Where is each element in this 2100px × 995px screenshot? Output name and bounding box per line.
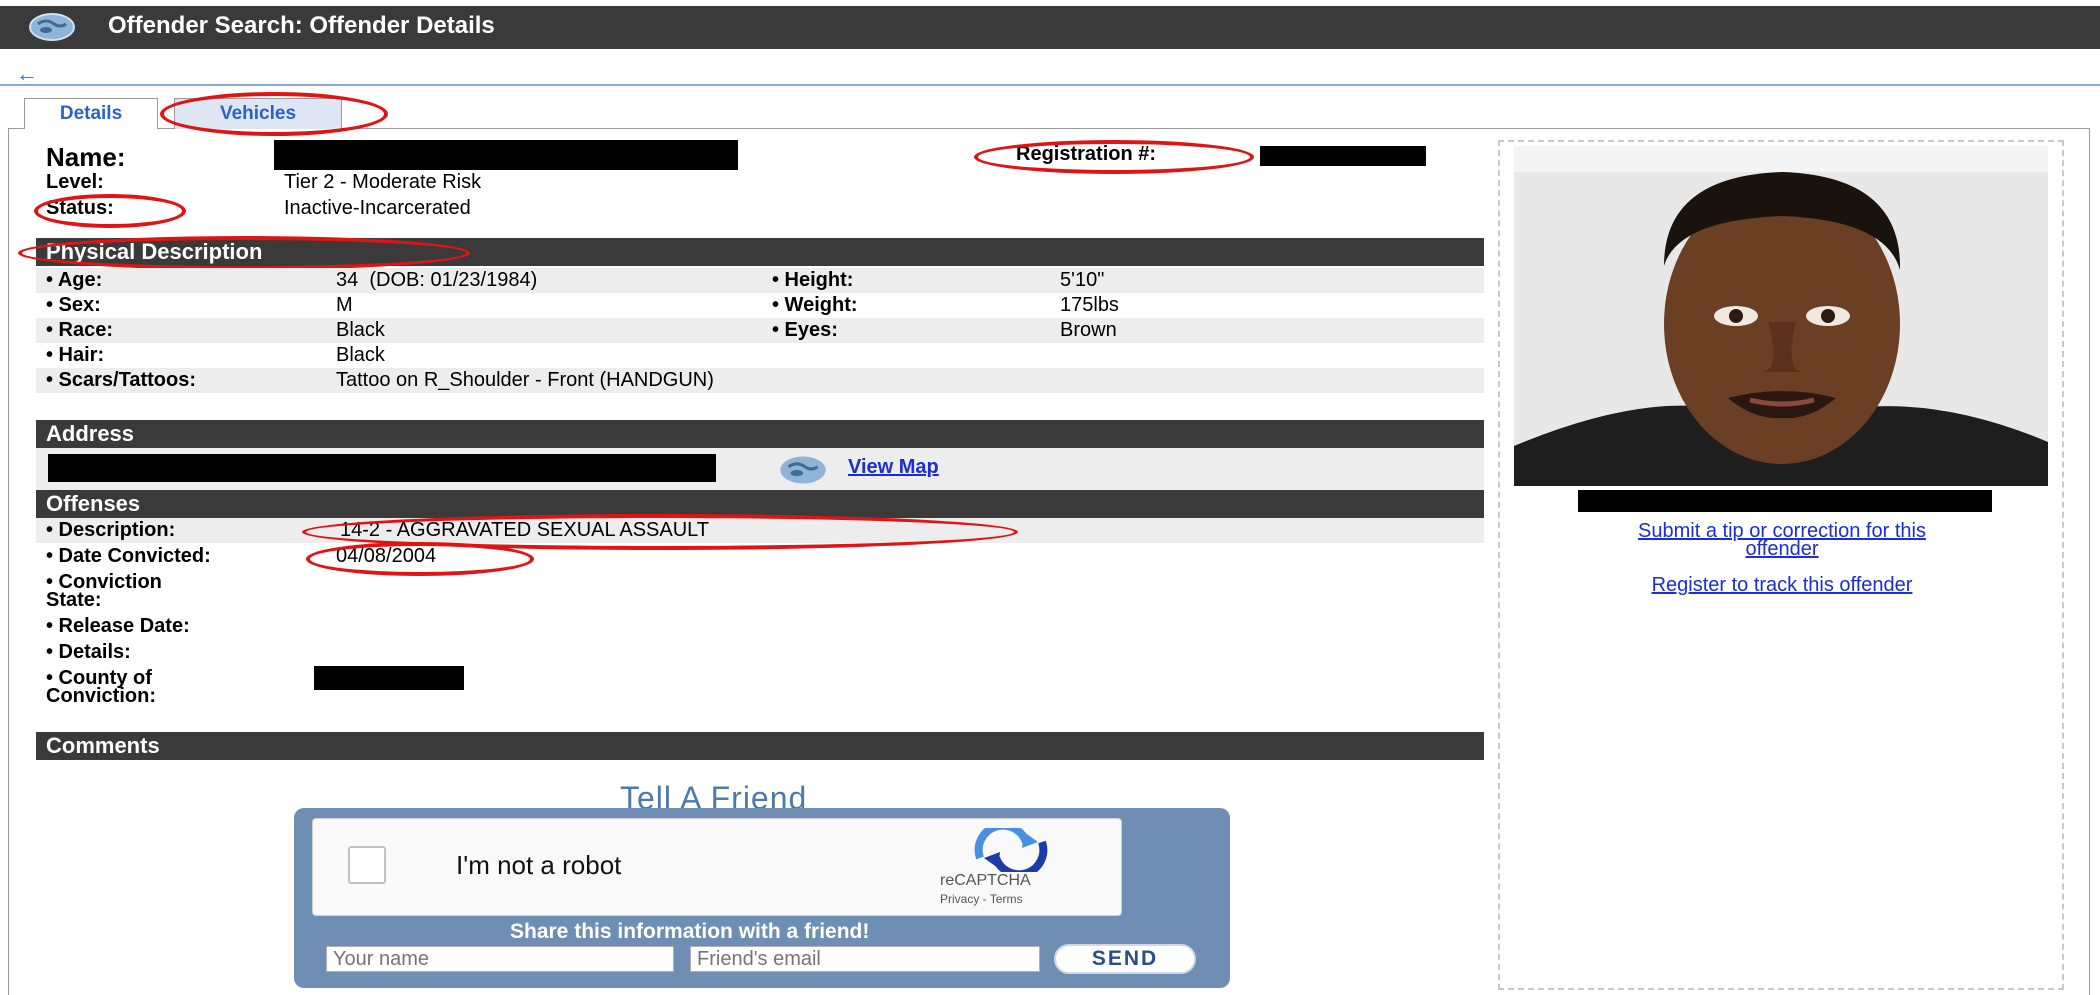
photo-caption-redaction [1578,490,1992,512]
hair-label: • Hair: [46,344,105,366]
hair-value: Black [336,344,385,366]
name-label: Name: [46,142,126,172]
annotation-circle-date [306,542,534,576]
offender-photo [1514,146,2048,486]
conviction-state-label-2: State: [46,589,102,611]
age-value: 34 (DOB: 01/23/1984) [336,269,538,291]
level-value: Tier 2 - Moderate Risk [284,171,482,193]
globe-icon [780,456,826,484]
recaptcha-name: reCAPTCHA [940,872,1031,889]
scars-label: • Scars/Tattoos: [46,369,196,391]
county-label-2: Conviction: [46,685,156,707]
eyes-value: Brown [1060,319,1117,341]
scars-value: Tattoo on R_Shoulder - Front (HANDGUN) [336,369,714,391]
tab-details[interactable]: Details [24,98,158,129]
address-header: Address [36,420,1484,448]
register-track-link[interactable]: Register to track this offender [1548,574,2016,597]
view-map-link[interactable]: View Map [848,456,939,479]
race-label: • Race: [46,319,114,341]
annotation-circle-registration [974,140,1254,174]
status-value: Inactive-Incarcerated [284,197,471,219]
your-name-input[interactable] [326,946,674,972]
level-label: Level: [46,171,104,193]
date-convicted-label: • Date Convicted: [46,545,211,567]
county-redaction [314,666,464,690]
mugshot-image [1514,146,2048,486]
registration-redaction [1260,146,1426,166]
share-prompt: Share this information with a friend! [510,920,870,943]
annotation-circle-physical [18,236,470,270]
back-arrow-icon[interactable]: ← [16,63,38,85]
annotation-circle-vehicles [160,92,388,136]
nav-divider [0,84,2100,86]
globe-icon [29,13,75,41]
friend-email-input[interactable] [690,946,1040,972]
offense-description-label: • Description: [46,519,176,541]
race-value: Black [336,319,385,341]
sex-value: M [336,294,353,316]
recaptcha-terms-link[interactable]: Privacy - Terms [940,892,1022,906]
eyes-label: • Eyes: [772,319,838,341]
annotation-circle-status [34,194,186,228]
age-label: • Age: [46,269,103,291]
recaptcha-icon [974,828,1048,872]
release-date-label: • Release Date: [46,615,190,637]
weight-label: • Weight: [772,294,858,316]
comments-header: Comments [36,732,1484,760]
submit-tip-link-cont[interactable]: offender [1548,538,2016,561]
name-redaction [274,140,738,170]
page-title: Offender Search: Offender Details [108,12,495,39]
row-stripe [36,268,1484,293]
address-redaction [48,454,716,482]
sex-label: • Sex: [46,294,101,316]
weight-value: 175lbs [1060,294,1119,316]
row-stripe [36,318,1484,343]
height-label: • Height: [772,269,854,291]
send-button[interactable]: SEND [1054,944,1196,974]
row-stripe [36,368,1484,393]
height-value: 5'10" [1060,269,1105,291]
recaptcha-label: I'm not a robot [456,850,622,880]
details-label: • Details: [46,641,131,663]
recaptcha-checkbox[interactable] [348,846,386,884]
